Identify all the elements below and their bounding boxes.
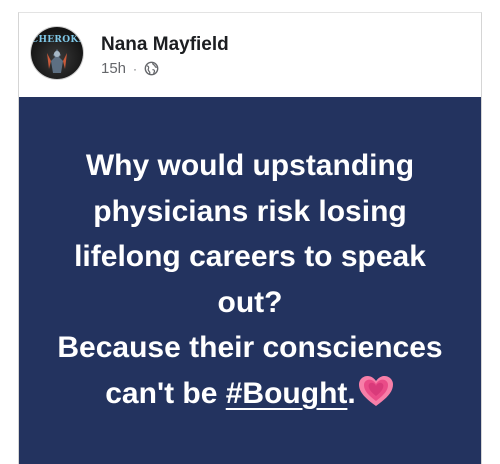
post-text-line: lifelong careers to speak xyxy=(74,240,426,273)
post-text-line: Because their consciences xyxy=(57,331,443,364)
avatar-logo-text: CHEROKEE xyxy=(31,35,83,45)
screen: CHEROKEE Nana Mayfield 15h · xyxy=(0,0,500,464)
post-text-line: Why would upstanding xyxy=(85,149,415,182)
post-text-prefix: can't be xyxy=(105,376,226,410)
growing-heart-icon xyxy=(358,375,393,406)
post-header: CHEROKEE Nana Mayfield 15h · xyxy=(19,13,481,97)
globe-icon[interactable] xyxy=(144,61,159,76)
author-name[interactable]: Nana Mayfield xyxy=(101,34,229,56)
post-text-line: out? xyxy=(217,285,283,319)
post-text-last-line: can't be #Bought. xyxy=(19,371,481,417)
post-body: Why would upstanding physicians risk los… xyxy=(19,97,481,464)
avatar[interactable]: CHEROKEE xyxy=(31,27,83,79)
post-text-line: physicians risk losing xyxy=(93,194,407,228)
post-card: CHEROKEE Nana Mayfield 15h · xyxy=(18,12,482,464)
meta-separator: · xyxy=(133,61,138,76)
hashtag-link[interactable]: #Bought xyxy=(226,377,348,410)
post-timestamp[interactable]: 15h xyxy=(101,60,126,77)
avatar-figure-icon xyxy=(47,49,67,73)
post-text-suffix: . xyxy=(347,376,356,410)
post-meta: 15h · xyxy=(101,60,159,77)
